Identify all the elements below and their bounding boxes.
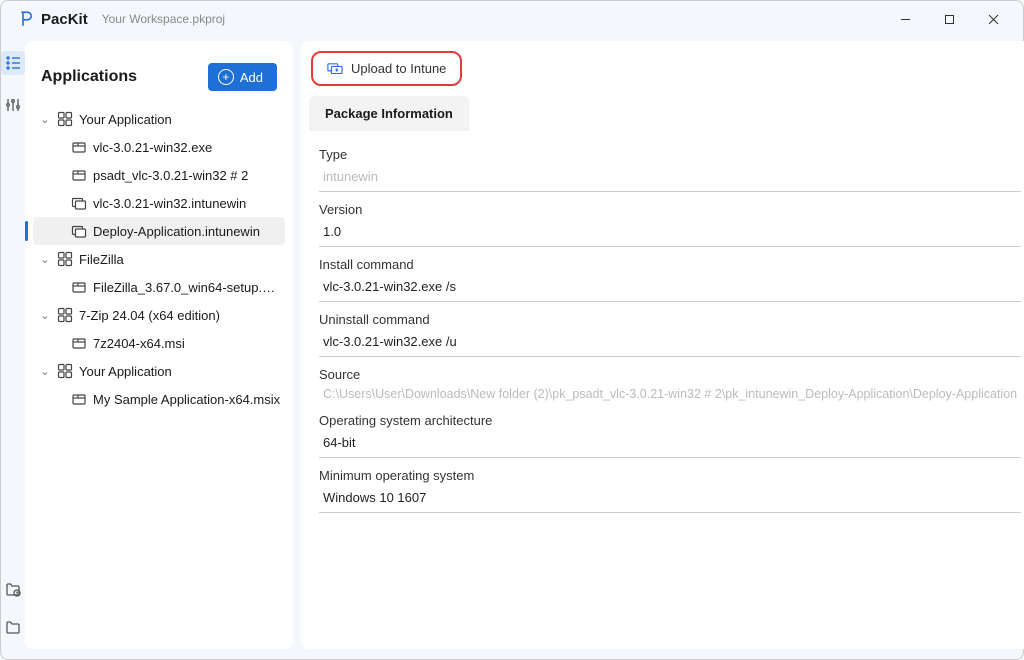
version-field[interactable] [319,217,1021,247]
install-command-label: Install command [319,257,1021,272]
tree-package[interactable]: 7z2404-x64.msi [33,329,285,357]
uninstall-command-field[interactable] [319,327,1021,357]
chevron-down-icon: ⌄ [39,365,51,378]
tree-label: psadt_vlc-3.0.21-win32 # 2 [93,168,248,183]
titlebar: PacKit Your Workspace.pkproj [1,1,1023,37]
sidebar: Applications + Add ⌄ Your Application vl… [25,41,293,649]
nav-rail [1,37,25,659]
tree-label: Your Application [79,364,172,379]
app-name: PacKit [41,11,88,28]
source-value: C:\Users\User\Downloads\New folder (2)\p… [319,382,1021,403]
tree-package[interactable]: vlc-3.0.21-win32.intunewin [33,189,285,217]
plus-icon: + [218,69,234,85]
sidebar-title: Applications [41,68,137,86]
app-icon [57,363,73,379]
tree-package[interactable]: FileZilla_3.67.0_win64-setup.exe [33,273,285,301]
minimize-button[interactable] [883,4,927,34]
package-icon [71,391,87,407]
package-icon [71,139,87,155]
application-tree: ⌄ Your Application vlc-3.0.21-win32.exe … [33,105,285,413]
close-button[interactable] [971,4,1015,34]
upload-highlight: Upload to Intune [311,51,462,86]
nav-applications-icon[interactable] [1,51,25,75]
tree-package[interactable]: psadt_vlc-3.0.21-win32 # 2 [33,161,285,189]
tree-label: FileZilla [79,252,124,267]
tree-label: vlc-3.0.21-win32.intunewin [93,196,246,211]
chevron-down-icon: ⌄ [39,113,51,126]
nav-recent-icon[interactable] [1,577,25,601]
package-icon [71,167,87,183]
nav-open-icon[interactable] [1,615,25,639]
window-controls [883,4,1015,34]
package-form: Type Version Install command Uninstall c… [309,131,1024,519]
uninstall-command-label: Uninstall command [319,312,1021,327]
tree-app[interactable]: ⌄ Your Application [33,105,285,133]
arch-field[interactable] [319,428,1021,458]
intune-package-icon [71,223,87,239]
chevron-down-icon: ⌄ [39,309,51,322]
tree-app[interactable]: ⌄ 7-Zip 24.04 (x64 edition) [33,301,285,329]
content-panel: Upload to Intune Package Information Typ… [301,41,1024,649]
tree-label: FileZilla_3.67.0_win64-setup.exe [93,280,281,295]
package-icon [71,279,87,295]
tree-label: Deploy-Application.intunewin [93,224,260,239]
tree-label: 7-Zip 24.04 (x64 edition) [79,308,220,323]
tree-app[interactable]: ⌄ FileZilla [33,245,285,273]
tree-package[interactable]: My Sample Application-x64.msix [33,385,285,413]
app-icon [57,251,73,267]
type-label: Type [319,147,1021,162]
version-label: Version [319,202,1021,217]
minos-label: Minimum operating system [319,468,1021,483]
install-command-field[interactable] [319,272,1021,302]
arch-label: Operating system architecture [319,413,1021,428]
maximize-button[interactable] [927,4,971,34]
tab-package-information[interactable]: Package Information [309,96,469,131]
tree-label: 7z2404-x64.msi [93,336,185,351]
tree-package[interactable]: Deploy-Application.intunewin [33,217,285,245]
package-icon [71,335,87,351]
app-icon [57,111,73,127]
app-logo: PacKit [17,10,88,28]
upload-icon [327,62,343,76]
tree-label: Your Application [79,112,172,127]
chevron-down-icon: ⌄ [39,253,51,266]
tree-app[interactable]: ⌄ Your Application [33,357,285,385]
tree-package[interactable]: vlc-3.0.21-win32.exe [33,133,285,161]
add-button[interactable]: + Add [208,63,277,91]
tree-label: vlc-3.0.21-win32.exe [93,140,212,155]
type-field [319,162,1021,192]
nav-tools-icon[interactable] [1,93,25,117]
intune-package-icon [71,195,87,211]
app-icon [57,307,73,323]
workspace-name: Your Workspace.pkproj [102,12,225,26]
minos-field[interactable] [319,483,1021,513]
packit-logo-icon [17,10,35,28]
tree-label: My Sample Application-x64.msix [93,392,280,407]
source-label: Source [319,367,1021,382]
upload-to-intune-button[interactable]: Upload to Intune [327,61,446,76]
